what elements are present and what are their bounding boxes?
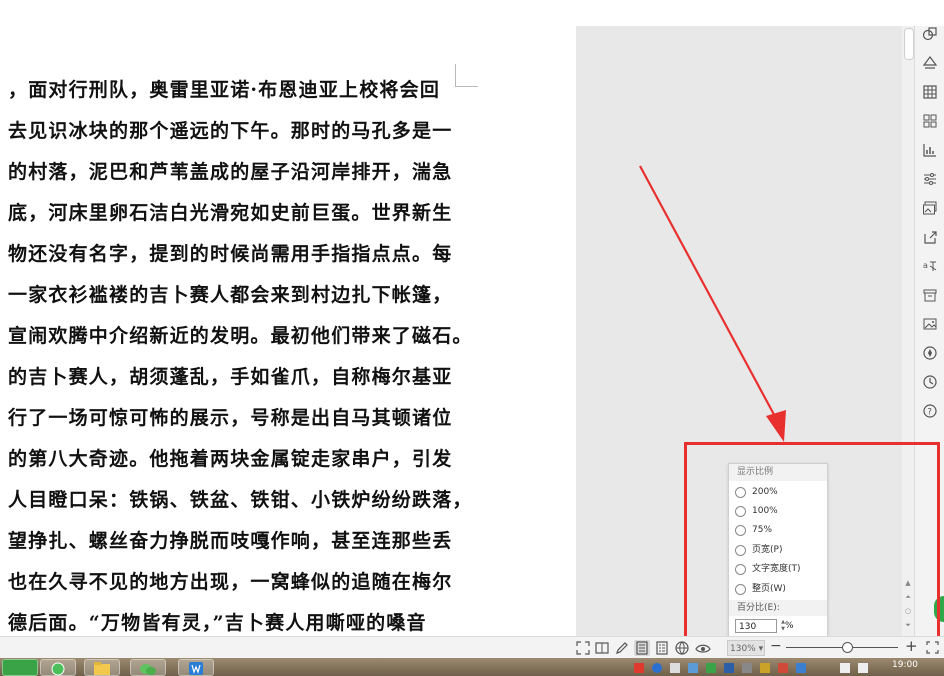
zoom-dropdown[interactable]: 130% ▾ <box>727 640 765 656</box>
eye-protection-icon[interactable] <box>695 640 711 656</box>
zoom-option-label: 整页(W) <box>752 584 786 594</box>
translate-icon[interactable]: a <box>922 258 938 274</box>
tray-ime-icon[interactable] <box>634 663 644 673</box>
style-icon[interactable] <box>922 55 938 71</box>
settings-sliders-icon[interactable] <box>922 171 938 187</box>
document-line[interactable]: 的村落，泥巴和芦苇盖成的屋子沿河岸排开，湍急 <box>8 152 468 193</box>
zoom-in-button[interactable]: + <box>905 637 918 655</box>
taskbar-app-green-icon[interactable] <box>2 659 38 676</box>
zoom-option-200[interactable]: 200% <box>735 483 778 501</box>
pen-icon[interactable] <box>614 640 630 656</box>
grid-icon[interactable] <box>922 113 938 129</box>
share-icon[interactable] <box>922 229 938 245</box>
shapes-icon[interactable] <box>922 26 938 42</box>
radio-icon[interactable] <box>735 486 746 498</box>
document-line[interactable]: 的第八大奇迹。他拖着两块金属锭走家串户，引发 <box>8 439 468 480</box>
document-page[interactable]: ，面对行刑队，奥雷里亚诺·布恩迪亚上校将会回 去见识冰块的那个遥远的下午。那时的… <box>0 26 576 636</box>
tray-security-icon[interactable] <box>760 663 770 673</box>
zoom-slider-handle[interactable] <box>842 642 853 653</box>
zoom-option-page-width[interactable]: 页宽(P) <box>735 541 782 559</box>
document-line[interactable]: 德后面。“万物皆有灵，”吉卜赛人用嘶哑的嗓音 <box>8 603 468 636</box>
radio-icon[interactable] <box>735 505 746 517</box>
taskbar-folder-icon[interactable] <box>84 659 120 676</box>
history-icon[interactable] <box>922 374 938 390</box>
zoom-option-whole-page[interactable]: 整页(W) <box>735 580 786 598</box>
tray-app-icon[interactable] <box>706 663 716 673</box>
taskbar-browser-icon[interactable] <box>40 659 76 676</box>
tray-tool-icon[interactable] <box>724 663 734 673</box>
document-line[interactable]: 人目瞪口呆：铁锅、铁盆、铁钳、小铁炉纷纷跌落， <box>8 480 468 521</box>
tray-keyboard-icon[interactable] <box>688 663 698 673</box>
document-line[interactable]: 物还没有名字，提到的时候尚需用手指指点点。每 <box>8 234 468 275</box>
scroll-thumb[interactable] <box>904 28 914 60</box>
radio-icon[interactable] <box>735 544 746 556</box>
fullscreen-icon[interactable] <box>575 640 591 656</box>
tray-help-icon[interactable] <box>652 663 662 673</box>
tray-alert-icon[interactable] <box>778 663 788 673</box>
svg-text:a: a <box>923 261 928 270</box>
document-text[interactable]: ，面对行刑队，奥雷里亚诺·布恩迪亚上校将会回 去见识冰块的那个遥远的下午。那时的… <box>8 70 468 636</box>
taskbar-wechat-icon[interactable] <box>130 659 166 676</box>
fit-window-icon[interactable] <box>926 641 939 654</box>
document-line[interactable]: 行了一场可惊可怖的展示，号称是出自马其顿诸位 <box>8 398 468 439</box>
radio-icon[interactable] <box>735 583 746 595</box>
percent-label: 百分比(E): <box>729 600 827 616</box>
zoom-option-label: 页宽(P) <box>752 545 783 555</box>
archive-icon[interactable] <box>922 287 938 303</box>
zoom-option-text-width[interactable]: 文字宽度(T) <box>735 560 801 578</box>
zoom-value: 130% <box>730 644 756 654</box>
svg-text:?: ? <box>927 408 932 418</box>
page-view-icon[interactable] <box>634 640 650 656</box>
document-line[interactable]: 一家衣衫褴褛的吉卜赛人都会来到村边扎下帐篷， <box>8 275 468 316</box>
help-icon[interactable]: ? <box>922 403 938 419</box>
zoom-popup: 显示比例 200% 100% 75% 页宽(P) 文字宽度(T) 整页(W) 百… <box>728 463 828 637</box>
taskbar: 19:00 <box>0 658 944 676</box>
zoom-option-label: 100% <box>752 506 778 516</box>
tray-settings-icon[interactable] <box>742 663 752 673</box>
document-line[interactable]: 宣闹欢腾中介绍新近的发明。最初他们带来了磁石。 <box>8 316 468 357</box>
percent-input[interactable]: 130 <box>735 619 777 633</box>
outline-view-icon[interactable] <box>654 640 670 656</box>
tray-shape-icon[interactable] <box>670 663 680 673</box>
document-line[interactable]: ，面对行刑队，奥雷里亚诺·布恩迪亚上校将会回 <box>8 70 468 111</box>
zoom-option-label: 200% <box>752 487 778 497</box>
document-line[interactable]: 也在久寻不见的地方出现，一窝蜂似的追随在梅尔 <box>8 562 468 603</box>
zoom-popup-title: 显示比例 <box>729 464 827 481</box>
tray-network-icon[interactable] <box>840 663 850 673</box>
radio-icon[interactable] <box>735 524 746 536</box>
web-view-icon[interactable] <box>674 640 690 656</box>
tray-cloud-icon[interactable] <box>796 663 806 673</box>
document-line[interactable]: 去见识冰块的那个遥远的下午。那时的马孔多是一 <box>8 111 468 152</box>
compass-icon[interactable] <box>922 345 938 361</box>
zoom-option-100[interactable]: 100% <box>735 502 778 520</box>
document-line[interactable]: 底，河床里卵石洁白光滑宛如史前巨蛋。世界新生 <box>8 193 468 234</box>
document-line[interactable]: 的吉卜赛人，胡须蓬乱，手如雀爪，自称梅尔基亚 <box>8 357 468 398</box>
chart-icon[interactable] <box>922 142 938 158</box>
zoom-out-button[interactable]: − <box>770 638 782 654</box>
table-icon[interactable] <box>922 84 938 100</box>
annotation-arrow-icon <box>639 165 786 442</box>
taskbar-wps-writer-icon[interactable] <box>178 659 214 676</box>
zoom-option-75[interactable]: 75% <box>735 521 772 539</box>
taskbar-clock[interactable]: 19:00 <box>892 660 918 670</box>
percent-unit: % <box>785 621 794 631</box>
picture-icon[interactable] <box>922 316 938 332</box>
zoom-option-label: 75% <box>752 525 773 535</box>
status-bar: 130% ▾ − + <box>0 636 944 659</box>
radio-icon[interactable] <box>735 563 746 575</box>
document-line[interactable]: 望挣扎、螺丝奋力挣脱而吱嘎作响，甚至连那些丢 <box>8 521 468 562</box>
image-gallery-icon[interactable] <box>922 200 938 216</box>
tray-volume-icon[interactable] <box>858 663 868 673</box>
zoom-option-label: 文字宽度(T) <box>752 564 801 574</box>
reading-mode-icon[interactable] <box>594 640 610 656</box>
